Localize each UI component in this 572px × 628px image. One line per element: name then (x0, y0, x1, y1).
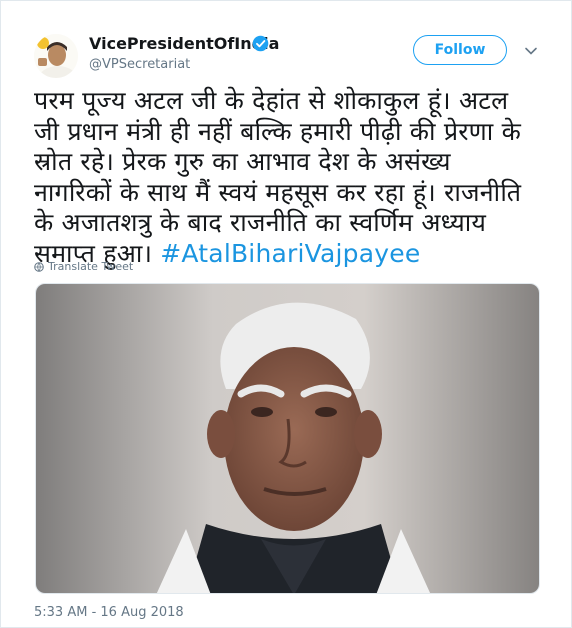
tweet-photo[interactable] (35, 283, 540, 594)
display-name[interactable]: VicePresidentOfIndia (89, 34, 279, 54)
portrait-photo (36, 284, 539, 593)
globe-icon (34, 261, 44, 272)
tweet-text-line: जी प्रधान मंत्री ही नहीं बल्कि हमारी पीढ… (34, 116, 521, 146)
follow-button[interactable]: Follow (413, 35, 507, 65)
user-handle[interactable]: @VPSecretariat (89, 57, 190, 72)
profile-photo (34, 34, 78, 78)
hashtag-link[interactable]: #AtalBihariVajpayee (160, 239, 420, 268)
tweet-text-line: परम पूज्य अटल जी के देहांत से शोकाकुल हू… (34, 86, 509, 115)
tweet-text-line: के अजातशत्रु के बाद राजनीति का स्वर्णिम … (34, 208, 487, 237)
tweet-timestamp[interactable]: 5:33 AM - 16 Aug 2018 (34, 605, 184, 620)
chevron-down-icon[interactable] (524, 44, 538, 58)
translate-tweet-link[interactable]: Translate Tweet (34, 260, 133, 273)
translate-label: Translate Tweet (48, 260, 134, 273)
avatar[interactable] (34, 34, 78, 78)
tweet-text-line: स्रोत रहे। प्रेरक गुरु का आभाव देश के अस… (34, 147, 451, 176)
tweet-text: परम पूज्य अटल जी के देहांत से शोकाकुल हू… (34, 86, 549, 269)
tweet-text-line: नागरिकों के साथ मैं स्वयं महसूस कर रहा ह… (34, 177, 522, 207)
verified-badge-icon (252, 35, 269, 52)
